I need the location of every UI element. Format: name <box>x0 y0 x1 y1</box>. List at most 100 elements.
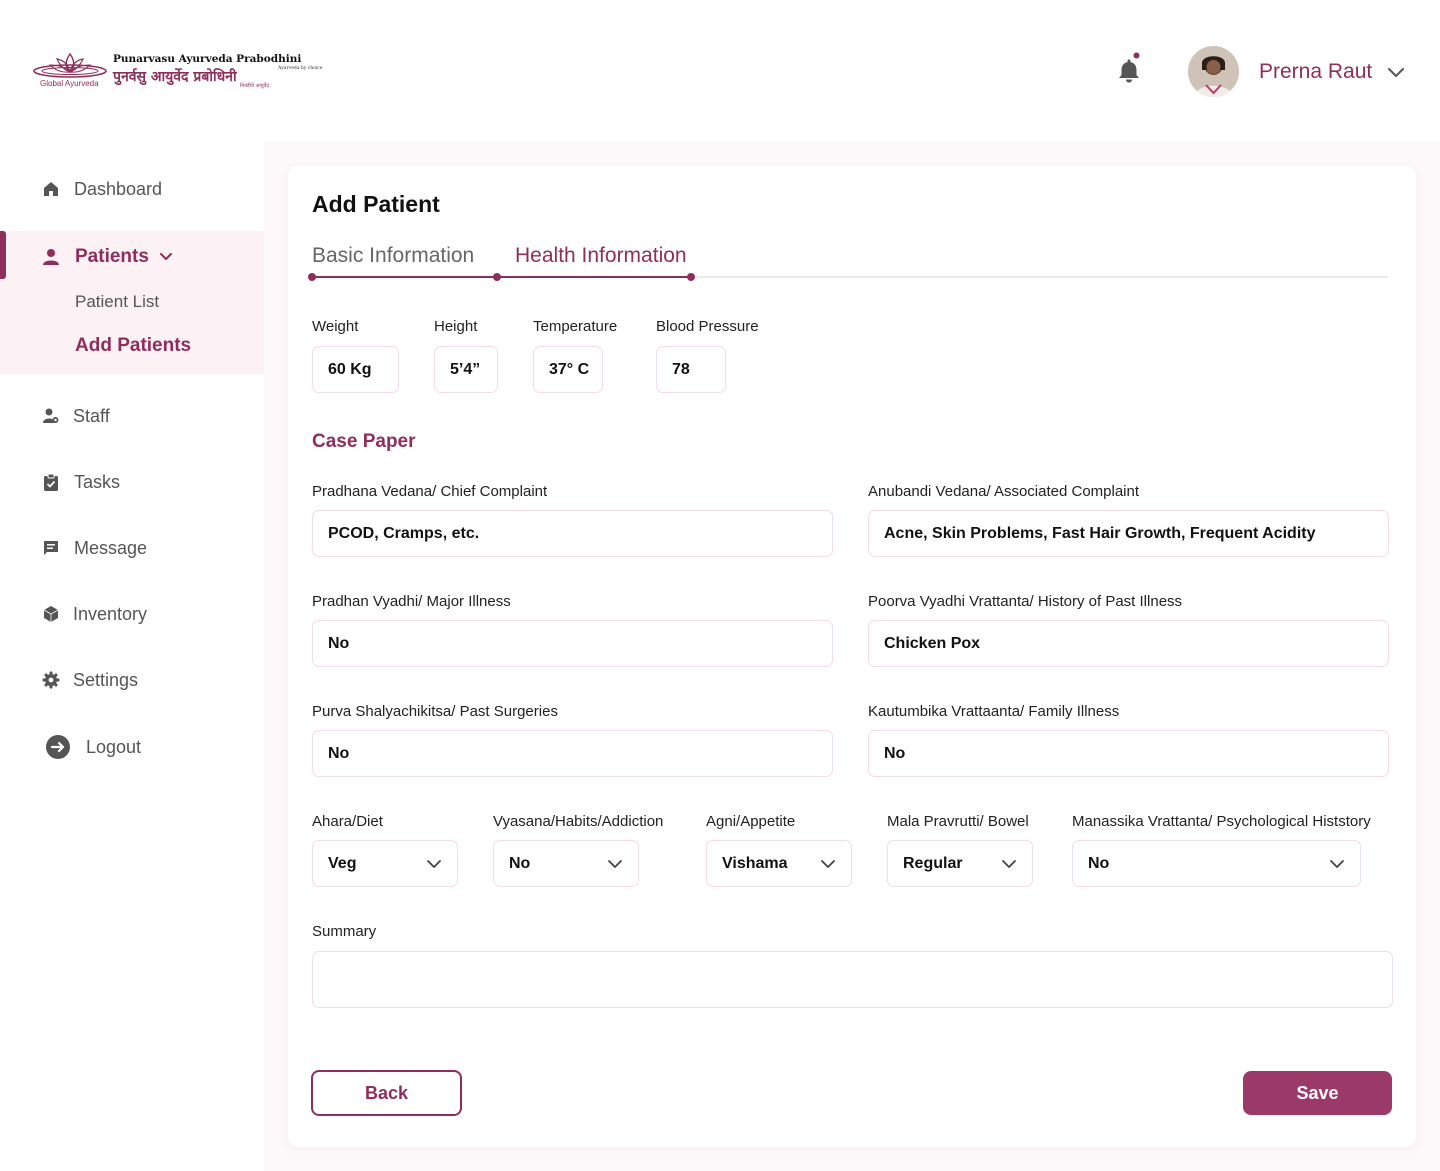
diet-label: Ahara/Diet <box>312 813 383 830</box>
habits-label: Vyasana/Habits/Addiction <box>493 813 664 830</box>
sidebar-item-settings[interactable]: Settings <box>0 660 264 700</box>
page-title: Add Patient <box>312 191 440 217</box>
habits-select[interactable]: No <box>493 840 639 887</box>
chief-complaint-label: Pradhana Vedana/ Chief Complaint <box>312 483 548 500</box>
user-avatar[interactable] <box>1188 46 1239 97</box>
chevron-down-icon <box>821 860 835 868</box>
past-illness-value: Chicken Pox <box>884 634 981 652</box>
appetite-label: Agni/Appetite <box>706 813 796 830</box>
brand-tagline-en: Ayurveda by choice <box>278 66 323 71</box>
sidebar-item-label: Tasks <box>74 471 121 492</box>
staff-icon <box>42 407 60 425</box>
user-name[interactable]: Prerna Raut <box>1259 60 1372 84</box>
bowel-select[interactable]: Regular <box>887 840 1033 887</box>
past-surgeries-label: Purva Shalyachikitsa/ Past Surgeries <box>312 703 558 720</box>
chevron-down-icon[interactable] <box>158 249 174 265</box>
person-icon <box>42 248 60 266</box>
major-illness-field[interactable]: No <box>312 620 833 667</box>
sidebar-item-label: Logout <box>86 736 142 757</box>
temperature-value: 37° C <box>549 360 590 378</box>
save-button[interactable]: Save <box>1243 1071 1392 1115</box>
bowel-value: Regular <box>903 854 963 872</box>
height-label: Height <box>434 318 478 335</box>
psychological-select[interactable]: No <box>1072 840 1361 887</box>
avatar-image <box>1188 46 1239 97</box>
message-icon <box>42 539 60 557</box>
summary-textarea[interactable] <box>312 951 1393 1008</box>
chevron-down-icon <box>1330 860 1344 868</box>
sidebar-item-label: Staff <box>73 405 110 426</box>
bell-icon <box>1119 52 1140 83</box>
sidebar-item-inventory[interactable]: Inventory <box>0 594 264 634</box>
temperature-field[interactable]: 37° C <box>533 346 603 393</box>
clipboard-icon <box>42 473 60 491</box>
tab-step-dot <box>493 273 501 281</box>
chevron-down-icon <box>1002 860 1016 868</box>
sidebar: Dashboard Patients Patient List Add Pati… <box>0 142 264 1171</box>
major-illness-value: No <box>328 634 350 652</box>
sidebar-item-label: Inventory <box>73 603 148 624</box>
tab-progress-line <box>312 276 691 278</box>
family-illness-value: No <box>884 744 906 762</box>
tab-step-dot <box>308 273 316 281</box>
logout-icon <box>45 734 71 760</box>
psychological-value: No <box>1088 854 1110 872</box>
sidebar-item-label: Dashboard <box>74 178 163 199</box>
brand-tagline-hi: निवडीचे आयुर्वेद <box>240 83 270 89</box>
sidebar-item-patients[interactable]: Patients <box>0 237 264 277</box>
height-field[interactable]: 5’4” <box>434 346 498 393</box>
bowel-label: Mala Pravrutti/ Bowel <box>887 813 1029 830</box>
sidebar-item-logout[interactable]: Logout <box>0 727 264 767</box>
habits-value: No <box>509 854 531 872</box>
appetite-value: Vishama <box>722 854 788 872</box>
sidebar-item-dashboard[interactable]: Dashboard <box>0 169 264 209</box>
temperature-label: Temperature <box>533 318 618 335</box>
weight-value: 60 Kg <box>328 360 372 378</box>
box-icon <box>42 605 60 623</box>
chief-complaint-field[interactable]: PCOD, Cramps, etc. <box>312 510 833 557</box>
height-value: 5’4” <box>450 360 481 378</box>
sidebar-patients-group: Patients Patient List Add Patients <box>0 231 264 374</box>
family-illness-field[interactable]: No <box>868 730 1389 777</box>
sidebar-subitem-add-patients[interactable]: Add Patients <box>75 335 191 357</box>
past-surgeries-field[interactable]: No <box>312 730 833 777</box>
sidebar-subitem-patient-list[interactable]: Patient List <box>75 292 159 312</box>
sidebar-item-staff[interactable]: Staff <box>0 396 264 436</box>
brand-logo[interactable]: Global Ayurveda Punarvasu Ayurveda Prabo… <box>32 50 322 95</box>
sidebar-item-message[interactable]: Message <box>0 528 264 568</box>
sidebar-item-label: Patients <box>75 246 149 267</box>
blood-pressure-value: 78 <box>672 360 690 378</box>
weight-label: Weight <box>312 318 359 335</box>
psychological-label: Manassika Vrattanta/ Psychological Hists… <box>1072 813 1371 830</box>
diet-value: Veg <box>328 854 357 872</box>
family-illness-label: Kautumbika Vrattaanta/ Family Illness <box>868 703 1120 720</box>
brand-name-en: Punarvasu Ayurveda Prabodhini <box>113 53 302 65</box>
brand-sub: Global Ayurveda <box>40 79 99 88</box>
sidebar-item-label: Message <box>74 537 148 558</box>
chief-complaint-value: PCOD, Cramps, etc. <box>328 524 480 542</box>
tab-basic-information[interactable]: Basic Information <box>312 244 474 268</box>
sidebar-item-tasks[interactable]: Tasks <box>0 462 264 502</box>
case-paper-title: Case Paper <box>312 431 416 452</box>
weight-field[interactable]: 60 Kg <box>312 346 399 393</box>
appetite-select[interactable]: Vishama <box>706 840 852 887</box>
past-illness-field[interactable]: Chicken Pox <box>868 620 1389 667</box>
chevron-down-icon <box>427 860 441 868</box>
past-illness-label: Poorva Vyadhi Vrattanta/ History of Past… <box>868 593 1183 610</box>
associated-complaint-value: Acne, Skin Problems, Fast Hair Growth, F… <box>884 524 1316 542</box>
blood-pressure-field[interactable]: 78 <box>656 346 726 393</box>
major-illness-label: Pradhan Vyadhi/ Major Illness <box>312 593 511 610</box>
back-button[interactable]: Back <box>311 1070 462 1116</box>
brand-name-hi: पुनर्वसु आयुर्वेद प्रबोधिनी <box>113 69 237 85</box>
associated-complaint-field[interactable]: Acne, Skin Problems, Fast Hair Growth, F… <box>868 510 1389 557</box>
sidebar-item-label: Settings <box>73 669 139 690</box>
gear-icon <box>42 671 60 689</box>
tab-step-dot <box>687 273 695 281</box>
diet-select[interactable]: Veg <box>312 840 458 887</box>
associated-complaint-label: Anubandi Vedana/ Associated Complaint <box>868 483 1140 500</box>
chevron-down-icon[interactable] <box>1386 62 1406 82</box>
tab-health-information[interactable]: Health Information <box>515 244 687 268</box>
summary-label: Summary <box>312 923 377 940</box>
home-icon <box>42 180 60 198</box>
notification-button[interactable] <box>1117 52 1143 84</box>
